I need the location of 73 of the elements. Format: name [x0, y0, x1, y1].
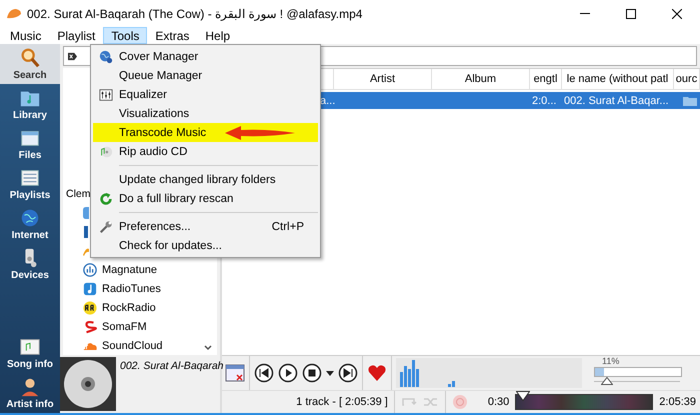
column-header[interactable]: engtl — [530, 69, 562, 89]
app-logo-icon — [6, 8, 22, 20]
window-icon[interactable] — [225, 364, 245, 382]
sidebar-tab[interactable]: Files — [0, 124, 60, 164]
service-item[interactable]: RockRadio — [63, 298, 217, 317]
service-item[interactable]: SoundCloud — [63, 336, 217, 355]
clear-icon — [67, 52, 78, 60]
arrow-icon — [225, 125, 295, 141]
scroll-down-icon[interactable] — [203, 344, 213, 352]
menu-item[interactable]: Playlist — [49, 27, 104, 44]
column-header[interactable]: Album — [432, 69, 530, 89]
heart-icon[interactable] — [367, 364, 387, 382]
search-icon — [19, 47, 41, 69]
seek-handle[interactable] — [516, 391, 530, 401]
s-logo-icon — [83, 320, 97, 334]
cd-icon — [99, 144, 113, 158]
elapsed-time: 0:30 — [488, 396, 510, 408]
music-note-icon — [83, 282, 97, 296]
sidebar-tab[interactable]: Artist info — [0, 373, 60, 413]
sidebar-tab[interactable]: Devices — [0, 244, 60, 284]
equalizer-icon — [99, 88, 113, 102]
service-item[interactable]: Magnatune — [63, 260, 217, 279]
menu-option[interactable]: Rip audio CD — [93, 142, 318, 161]
service-icon — [83, 226, 89, 238]
sidebar-tab[interactable]: Song info — [0, 333, 60, 373]
menu-option[interactable]: Do a full library rescan — [93, 189, 318, 208]
window-title: 002. Surat Al-Baqarah (The Cow) - سورة البقرة ! @alafasy.mp4 — [27, 6, 362, 20]
rr-logo-icon — [83, 300, 97, 314]
tree-heading: Clem — [66, 188, 91, 200]
play-icon[interactable] — [278, 363, 298, 383]
refresh-icon — [99, 192, 113, 206]
globe-icon — [99, 50, 113, 64]
minimize-icon — [580, 13, 590, 14]
sidebar-tab[interactable]: Playlists — [0, 164, 60, 204]
person-icon — [19, 376, 41, 398]
sidebar-tab[interactable]: Internet — [0, 204, 60, 244]
menu-item[interactable]: Tools — [103, 27, 148, 44]
menu-option[interactable]: Transcode Music — [93, 123, 318, 142]
sidebar-tab[interactable]: Search — [0, 44, 60, 84]
menu-option[interactable]: Check for updates... — [93, 236, 318, 255]
folder-icon — [682, 94, 698, 106]
column-header[interactable]: ourc — [674, 69, 700, 89]
maximize-icon — [626, 8, 636, 18]
service-icon — [83, 206, 89, 218]
menu-option[interactable]: Preferences... Ctrl+P — [93, 217, 318, 236]
globe-icon — [19, 207, 41, 229]
bars-logo-icon — [83, 262, 97, 276]
menu-option[interactable]: Cover Manager — [93, 47, 318, 66]
wrench-icon — [99, 220, 113, 234]
total-time: 2:05:39 — [659, 396, 696, 408]
list-icon — [19, 167, 41, 189]
menu-option[interactable]: Update changed library folders — [93, 170, 318, 189]
now-playing-title: 002. Surat Al-Baqarah — [120, 359, 224, 372]
menu-option[interactable]: Queue Manager — [93, 66, 318, 85]
next-icon[interactable] — [338, 363, 358, 383]
service-item[interactable]: SomaFM — [63, 317, 217, 336]
menu-item[interactable]: Help — [197, 27, 238, 44]
previous-icon[interactable] — [254, 363, 274, 383]
album-art-cd-icon — [60, 357, 116, 411]
table-cell-text: 2:0... — [531, 94, 558, 108]
close-icon — [672, 8, 682, 18]
stop-icon[interactable] — [302, 363, 322, 383]
service-item[interactable]: RadioTunes — [63, 279, 217, 298]
music-note-icon — [19, 336, 41, 358]
track-summary: 1 track - [ 2:05:39 ] — [296, 396, 388, 408]
menu-item[interactable]: Music — [2, 27, 50, 44]
column-header[interactable]: le name (without patl — [562, 69, 674, 89]
sidebar-tab[interactable]: Library — [0, 84, 60, 124]
menu-item[interactable]: Extras — [147, 27, 198, 44]
table-cell-text: 002. Surat Al-Baqar... — [563, 94, 670, 108]
volume-reading: 11% — [601, 356, 620, 366]
caret-icon[interactable] — [326, 370, 334, 376]
column-header[interactable]: Artist — [334, 69, 432, 89]
